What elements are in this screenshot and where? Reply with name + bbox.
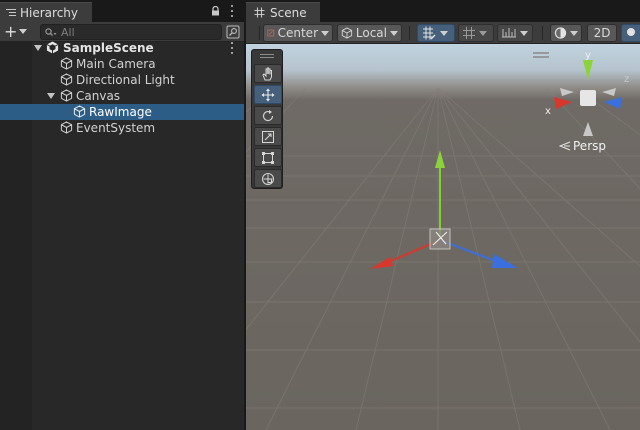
- orientation-gizmo[interactable]: y x z: [542, 50, 634, 142]
- draw-mode-dropdown[interactable]: [550, 24, 582, 42]
- pivot-center-icon: [267, 29, 275, 37]
- cube-icon: [73, 105, 86, 118]
- toolbar-separator: [542, 26, 543, 40]
- snap-icon: [423, 26, 436, 40]
- pivot-mode-dropdown[interactable]: Center: [263, 24, 333, 42]
- hierarchy-menu-kebab-icon[interactable]: [230, 5, 234, 17]
- projection-toggle[interactable]: Persp: [559, 139, 606, 153]
- hierarchy-tab-label: Hierarchy: [20, 5, 79, 20]
- rotate-tool-button[interactable]: [254, 106, 282, 125]
- ruler-icon: [502, 28, 516, 38]
- scene-tab-label: Scene: [270, 5, 307, 20]
- scene-panel: Scene Center Local 2D y x z Persp: [246, 0, 640, 430]
- hierarchy-search[interactable]: [40, 24, 222, 40]
- tree-item-label: Main Camera: [76, 57, 156, 71]
- unity-scene-icon: [46, 41, 59, 54]
- gizmo-z-label: z: [624, 74, 629, 85]
- cube-icon: [60, 89, 73, 102]
- hierarchy-panel: Hierarchy + All SampleScene Main Camera …: [0, 0, 244, 430]
- scene-menu-kebab-icon[interactable]: [230, 42, 234, 54]
- snap-toggle-button[interactable]: [417, 24, 455, 42]
- search-icon: [45, 27, 57, 36]
- hand-icon: [262, 67, 272, 80]
- chevron-down-icon: [520, 30, 528, 36]
- create-dropdown-button[interactable]: +: [4, 23, 32, 41]
- pivot-rotation-label: Local: [355, 26, 387, 40]
- toolbar-separator: [259, 26, 260, 40]
- rect-transform-icon: [262, 151, 274, 164]
- move-tool-button[interactable]: [254, 85, 282, 104]
- scene-toolbar: Center Local 2D: [246, 22, 640, 44]
- hand-tool-button[interactable]: [254, 64, 282, 83]
- hierarchy-tabbar: Hierarchy: [0, 0, 244, 22]
- tree-item-directional-light[interactable]: Directional Light: [0, 72, 244, 88]
- grid-icon: [254, 7, 265, 18]
- move-gizmo[interactable]: [356, 144, 536, 274]
- cube-icon: [341, 27, 353, 39]
- tree-item-samplescene[interactable]: SampleScene: [0, 40, 244, 56]
- perspective-icon: [559, 141, 571, 151]
- tools-overlay: [251, 49, 283, 189]
- gizmo-x-label: x: [545, 106, 551, 117]
- lighting-toggle-button[interactable]: [621, 24, 640, 42]
- hierarchy-toolbar: +: [0, 22, 244, 42]
- rotate-icon: [263, 109, 274, 121]
- chevron-down-icon: [440, 30, 448, 36]
- tree-item-rawimage[interactable]: RawImage: [0, 104, 244, 120]
- chevron-down-icon: [390, 30, 398, 36]
- tab-hierarchy[interactable]: Hierarchy: [0, 2, 92, 22]
- transform-tool-button[interactable]: [254, 169, 282, 188]
- expand-arrow-icon[interactable]: [47, 92, 55, 100]
- lock-icon[interactable]: [211, 6, 220, 16]
- cube-icon: [60, 57, 73, 70]
- tree-item-canvas[interactable]: Canvas: [0, 88, 244, 104]
- tree-item-eventsystem[interactable]: EventSystem: [0, 120, 244, 136]
- 2d-mode-toggle[interactable]: 2D: [587, 24, 617, 42]
- 2d-mode-label: 2D: [593, 26, 611, 40]
- gizmo-y-label: y: [585, 50, 591, 61]
- transform-icon: [262, 172, 274, 185]
- toolbar-separator: [409, 26, 410, 40]
- scale-icon: [262, 130, 274, 143]
- projection-label: Persp: [573, 139, 606, 153]
- cube-icon: [60, 121, 73, 134]
- chevron-down-icon: [479, 30, 487, 36]
- light-bulb-icon: [627, 28, 635, 36]
- tree-item-label: SampleScene: [63, 41, 154, 55]
- gizmo-x-cone: [554, 97, 572, 109]
- move-arrows-icon: [261, 88, 275, 101]
- gizmo-y-cone: [583, 60, 593, 80]
- grid-icon: [463, 27, 475, 39]
- tree-item-label: Directional Light: [76, 73, 175, 87]
- cube-icon: [60, 73, 73, 86]
- shading-mode-icon: [554, 27, 567, 39]
- rect-tool-button[interactable]: [254, 148, 282, 167]
- increment-snap-dropdown[interactable]: [497, 24, 533, 42]
- scene-search-icon[interactable]: [226, 25, 240, 39]
- expand-arrow-icon[interactable]: [34, 44, 42, 52]
- gizmo-z-cone: [604, 97, 622, 109]
- tree-item-label: EventSystem: [76, 121, 156, 135]
- pivot-mode-label: Center: [277, 26, 318, 40]
- y-axis-handle: [435, 150, 445, 168]
- search-input[interactable]: [61, 25, 211, 39]
- scale-tool-button[interactable]: [254, 127, 282, 146]
- tree-item-label: RawImage: [89, 105, 152, 119]
- chevron-down-icon: [19, 29, 28, 34]
- chevron-down-icon: [321, 30, 329, 36]
- list-icon: [6, 8, 16, 17]
- x-axis-handle: [370, 257, 393, 269]
- chevron-down-icon: [570, 30, 578, 36]
- z-axis-handle: [492, 254, 518, 268]
- grid-snap-dropdown[interactable]: [458, 24, 494, 42]
- tree-item-label: Canvas: [76, 89, 121, 103]
- tree-item-main-camera[interactable]: Main Camera: [0, 56, 244, 72]
- tab-scene[interactable]: Scene: [246, 2, 320, 22]
- scene-viewport[interactable]: y x z Persp: [246, 44, 640, 430]
- add-label: +: [4, 22, 18, 41]
- drag-handle[interactable]: [260, 54, 274, 58]
- pivot-rotation-dropdown[interactable]: Local: [337, 24, 402, 42]
